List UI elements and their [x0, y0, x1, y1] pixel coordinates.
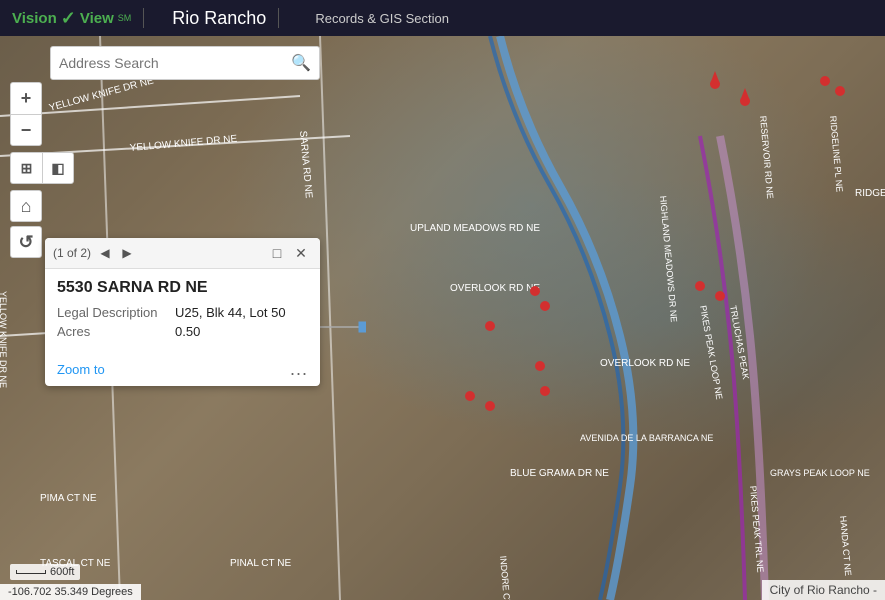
svg-text:INDORE CT NE: INDORE CT NE	[498, 555, 514, 600]
scale-line	[16, 570, 46, 574]
zoom-tools: + −	[10, 82, 74, 146]
popup-nav-buttons: ◀ ▶	[95, 243, 137, 263]
popup-controls: □ ✕	[266, 242, 312, 264]
popup-acres-value: 0.50	[175, 324, 200, 339]
zoom-out-button[interactable]: −	[10, 114, 42, 146]
zoom-to-link[interactable]: Zoom to	[57, 362, 105, 377]
logo: Vision ✓ View SM	[12, 8, 131, 29]
layers-icon: ⊞	[21, 160, 33, 177]
svg-text:OVERLOOK RD NE: OVERLOOK RD NE	[450, 283, 540, 294]
popup-close-button[interactable]: ✕	[290, 242, 312, 264]
watermark-text: City of Rio Rancho -	[770, 583, 877, 597]
popup-footer: Zoom to ...	[45, 353, 320, 386]
scale-text: 600ft	[50, 566, 74, 578]
popup-counter: (1 of 2)	[53, 246, 91, 260]
popup-more-button[interactable]: ...	[290, 359, 308, 380]
layers-button[interactable]: ⊞	[10, 152, 42, 184]
map-container[interactable]: YELLOW KNIFE DR NE YELLOW KNIFE DR NE SA…	[0, 36, 885, 600]
logo-vision-text: Vision	[12, 10, 57, 27]
city-watermark: City of Rio Rancho -	[762, 580, 885, 600]
svg-text:AVENIDA DE LA BARRANCA NE: AVENIDA DE LA BARRANCA NE	[580, 433, 713, 443]
popup-expand-button[interactable]: □	[266, 242, 288, 264]
svg-text:PIKES PEAK LOOP NE: PIKES PEAK LOOP NE	[698, 305, 724, 401]
popup-body: 5530 SARNA RD NE Legal Description U25, …	[45, 269, 320, 353]
popup-next-button[interactable]: ▶	[117, 243, 137, 263]
popup-legal-value: U25, Blk 44, Lot 50	[175, 305, 286, 320]
popup-navigation: (1 of 2) ◀ ▶	[53, 243, 137, 263]
svg-text:PINAL CT NE: PINAL CT NE	[230, 558, 291, 569]
coordinates-text: -106.702 35.349 Degrees	[8, 586, 133, 598]
header-divider2	[278, 8, 279, 28]
svg-text:RIDGELINE PL NE: RIDGELINE PL NE	[828, 115, 845, 192]
popup-legal-label: Legal Description	[57, 305, 167, 320]
logo-sm-text: SM	[118, 13, 132, 23]
logo-view-text: View	[80, 10, 114, 27]
popup-acres-row: Acres 0.50	[57, 324, 308, 339]
svg-text:YELLOW KNIFE DR NE: YELLOW KNIFE DR NE	[129, 134, 238, 154]
svg-text:PIMA CT NE: PIMA CT NE	[40, 493, 97, 504]
basemap-icon: ◧	[51, 160, 64, 177]
header-divider	[143, 8, 144, 28]
svg-text:HANDA CT NE: HANDA CT NE	[838, 515, 853, 576]
popup-prev-button[interactable]: ◀	[95, 243, 115, 263]
section-name: Records & GIS Section	[315, 11, 449, 26]
svg-text:RESERVOIR RD NE: RESERVOIR RD NE	[758, 115, 775, 199]
svg-text:GRAYS PEAK LOOP NE: GRAYS PEAK LOOP NE	[770, 468, 870, 478]
header-bar: Vision ✓ View SM Rio Rancho Records & GI…	[0, 0, 885, 36]
home-icon: ⌂	[21, 196, 32, 217]
refresh-icon: ↺	[18, 232, 33, 253]
svg-text:BLUE GRAMA DR NE: BLUE GRAMA DR NE	[510, 468, 609, 479]
search-icon[interactable]: 🔍	[291, 53, 311, 73]
map-tools: ⊞ ◧	[10, 152, 74, 184]
svg-text:YELLOW KNIFE DR NE: YELLOW KNIFE DR NE	[0, 291, 8, 388]
svg-text:HIGHLAND MEADOWS DR NE: HIGHLAND MEADOWS DR NE	[658, 195, 679, 322]
svg-text:RIDGE C: RIDGE C	[855, 188, 885, 199]
svg-text:OVERLOOK RD NE: OVERLOOK RD NE	[600, 358, 690, 369]
home-button[interactable]: ⌂	[10, 190, 42, 222]
city-name: Rio Rancho	[172, 8, 266, 29]
basemap-button[interactable]: ◧	[42, 152, 74, 184]
popup-acres-label: Acres	[57, 324, 167, 339]
popup-title: 5530 SARNA RD NE	[57, 279, 308, 297]
zoom-in-button[interactable]: +	[10, 82, 42, 114]
scale-bar: 600ft	[10, 564, 80, 580]
coordinates-bar: -106.702 35.349 Degrees	[0, 584, 141, 600]
svg-text:UPLAND MEADOWS RD NE: UPLAND MEADOWS RD NE	[410, 223, 540, 234]
popup-card: (1 of 2) ◀ ▶ □ ✕ 5530 SARNA RD NE Legal …	[45, 238, 320, 386]
left-toolbar: + − ⊞ ◧ ⌂ ↺	[10, 82, 74, 258]
svg-text:SARNA RD NE: SARNA RD NE	[297, 130, 314, 199]
popup-connector	[316, 320, 366, 335]
logo-v-icon: ✓	[61, 8, 76, 29]
search-bar: 🔍	[50, 46, 320, 80]
popup-header: (1 of 2) ◀ ▶ □ ✕	[45, 238, 320, 269]
search-input[interactable]	[59, 55, 291, 71]
popup-legal-description-row: Legal Description U25, Blk 44, Lot 50	[57, 305, 308, 320]
refresh-button[interactable]: ↺	[10, 226, 42, 258]
